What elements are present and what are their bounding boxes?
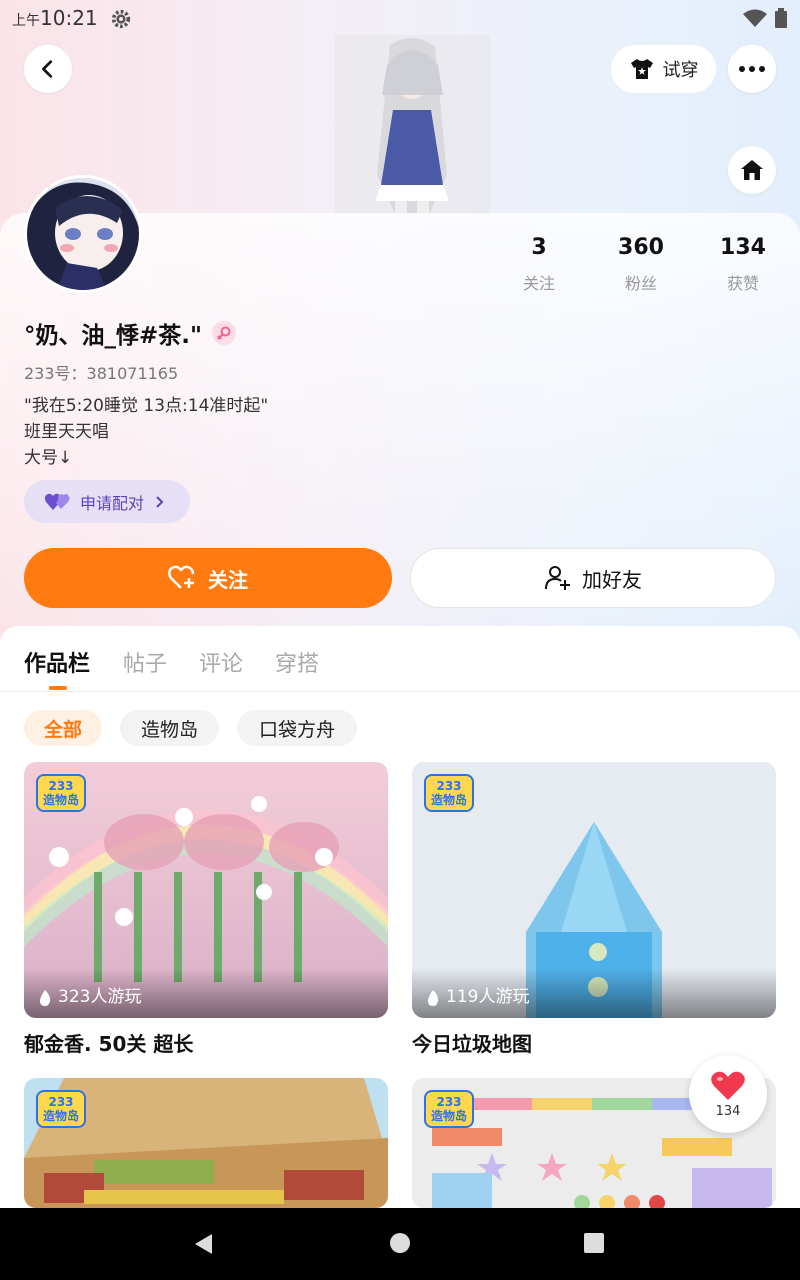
work-thumbnail: 233 造物岛 119人游玩 [412, 762, 776, 1018]
wifi-icon [743, 9, 767, 27]
follow-label: 关注 [208, 567, 248, 592]
logo-name: 造物岛 [42, 1109, 79, 1123]
nav-back-icon[interactable] [192, 1232, 216, 1256]
tab-outfits[interactable]: 穿搭 [275, 646, 319, 678]
apply-pair-label: 申请配对 [80, 493, 145, 513]
filter-pocket-ark[interactable]: 口袋方舟 [237, 710, 357, 746]
tab-bar: 作品栏 帖子 评论 穿搭 [0, 626, 800, 692]
logo-number: 233 [48, 779, 74, 793]
work-title: 今日垃圾地图 [412, 1032, 532, 1056]
filter-creation-island[interactable]: 造物岛 [120, 710, 219, 746]
gear-icon [111, 9, 131, 29]
play-count-text: 323人游玩 [58, 987, 142, 1007]
more-icon [739, 66, 765, 72]
logo-name: 造物岛 [42, 793, 79, 807]
bio-line: "我在5:20睡觉 13点:14准时起" [24, 396, 269, 416]
filter-all[interactable]: 全部 [24, 710, 102, 746]
work-card[interactable]: 233 造物岛 [24, 1078, 388, 1208]
follow-button[interactable]: 关注 [24, 548, 392, 608]
floating-like-button[interactable]: 134 [689, 1055, 767, 1133]
creation-island-logo: 233 造物岛 [36, 774, 86, 812]
home-button[interactable] [728, 146, 776, 194]
work-title: 郁金香. 50关 超长 [24, 1032, 194, 1056]
home-icon [741, 160, 763, 180]
user-plus-icon [545, 566, 570, 590]
fire-icon [428, 990, 439, 1006]
nickname-text: °奶、油_悸#茶." [24, 323, 202, 349]
back-icon [42, 60, 53, 78]
back-button[interactable] [24, 45, 72, 93]
female-gender-icon [212, 321, 236, 345]
double-heart-icon [44, 493, 70, 510]
stat-fans[interactable]: 360 粉丝 [601, 235, 681, 294]
stat-following[interactable]: 3 关注 [499, 235, 579, 294]
stat-likes[interactable]: 134 获赞 [703, 235, 783, 294]
logo-number: 233 [436, 1095, 462, 1109]
system-navigation-bar [0, 1208, 800, 1280]
add-friend-button[interactable]: 加好友 [410, 548, 776, 608]
likes-label: 获赞 [726, 274, 759, 293]
logo-name: 造物岛 [430, 793, 467, 807]
bio-line: 大号↓ [24, 448, 73, 468]
creation-island-logo: 233 造物岛 [424, 1090, 474, 1128]
play-count: 323人游玩 [24, 968, 388, 1018]
battery-icon [775, 8, 787, 28]
fans-label: 粉丝 [624, 274, 657, 293]
nickname: °奶、油_悸#茶." [24, 316, 236, 350]
work-card[interactable]: 233 造物岛 323人游玩 郁金香. 50关 超长 [24, 762, 388, 1062]
bio: "我在5:20睡觉 13点:14准时起" 班里天天唱 大号↓ [24, 393, 268, 471]
works-panel: 作品栏 帖子 评论 穿搭 全部 造物岛 口袋方舟 233 造物岛 323人游玩 … [0, 626, 800, 1208]
heart-plus-icon [168, 565, 195, 589]
chevron-right-icon [156, 495, 164, 508]
work-thumbnail: 233 造物岛 323人游玩 [24, 762, 388, 1018]
banner-character-image [335, 35, 490, 215]
user-id: 233号：381071165 [24, 364, 179, 383]
creation-island-logo: 233 造物岛 [36, 1090, 86, 1128]
active-tab-indicator [49, 686, 67, 690]
nav-recents-icon[interactable] [583, 1232, 605, 1254]
logo-number: 233 [48, 1095, 74, 1109]
apply-pair-button[interactable]: 申请配对 [24, 480, 190, 523]
shirt-icon [630, 59, 653, 79]
like-count: 134 [715, 1103, 741, 1119]
tab-works[interactable]: 作品栏 [24, 646, 90, 678]
play-count-text: 119人游玩 [446, 987, 530, 1007]
avatar-image [27, 178, 139, 290]
following-label: 关注 [522, 274, 555, 293]
fire-icon [40, 990, 51, 1006]
work-thumbnail: 233 造物岛 [24, 1078, 388, 1208]
status-time: 上午10:21 [12, 6, 98, 30]
tab-posts[interactable]: 帖子 [123, 646, 167, 678]
status-bar: 上午10:21 [0, 0, 800, 36]
likes-count: 134 [720, 235, 766, 260]
avatar[interactable] [24, 175, 142, 293]
play-count: 119人游玩 [412, 968, 776, 1018]
tab-comments[interactable]: 评论 [199, 646, 243, 678]
try-on-label: 试穿 [662, 60, 699, 81]
bio-line: 班里天天唱 [24, 422, 109, 442]
heart-icon [711, 1071, 745, 1100]
creation-island-logo: 233 造物岛 [424, 774, 474, 812]
logo-name: 造物岛 [430, 1109, 467, 1123]
add-friend-label: 加好友 [582, 567, 642, 592]
try-on-button[interactable]: 试穿 [611, 45, 716, 93]
nav-home-icon[interactable] [389, 1232, 411, 1254]
more-button[interactable] [728, 45, 776, 93]
fans-count: 360 [618, 235, 664, 260]
logo-number: 233 [436, 779, 462, 793]
following-count: 3 [531, 235, 547, 260]
work-card[interactable]: 233 造物岛 119人游玩 今日垃圾地图 [412, 762, 776, 1062]
